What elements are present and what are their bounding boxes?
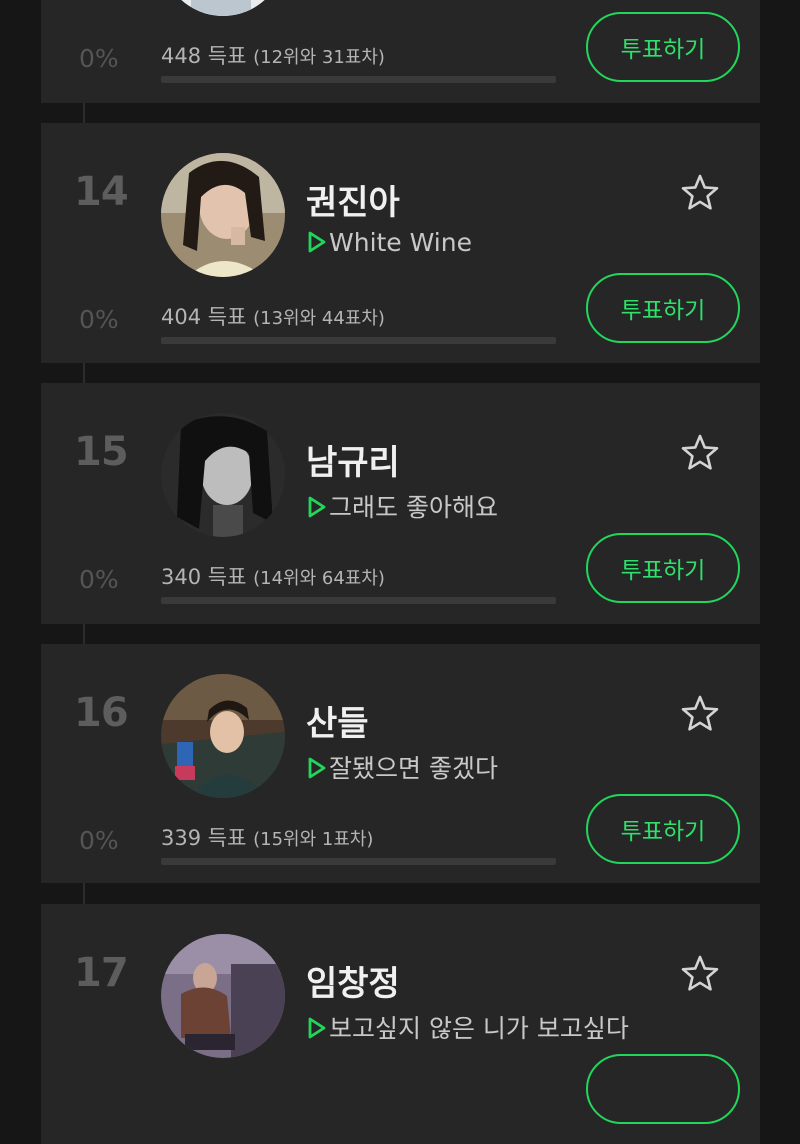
artist-avatar [161, 153, 285, 277]
artist-name: 권진아 [306, 183, 400, 223]
vote-gap-label: (15위와 1표차) [253, 829, 374, 850]
vote-button[interactable]: 투표하기 [586, 794, 740, 864]
artist-name: 임창정 [306, 964, 400, 1004]
artist-name: 남규리 [306, 443, 400, 483]
vote-percent: 0% [79, 565, 119, 594]
vote-count-label: 339 득표 [161, 826, 247, 850]
vote-count-label: 404 득표 [161, 305, 247, 329]
vote-count: 339 득표 (15위와 1표차) [161, 822, 373, 852]
vote-button[interactable]: 투표하기 [586, 533, 740, 603]
artist-avatar [161, 413, 285, 537]
star-outline-icon[interactable] [680, 433, 720, 473]
song-title: 보고싶지 않은 니가 보고싶다 [329, 1014, 629, 1043]
play-icon [308, 231, 326, 253]
song-title: 그래도 좋아해요 [329, 493, 498, 522]
ranking-card: 14 권진아 White Wine 0% 404 득표 (13위와 44표차) … [41, 123, 760, 363]
vote-percent: 0% [79, 44, 119, 73]
star-outline-icon[interactable] [680, 954, 720, 994]
artist-name: 산들 [306, 704, 369, 744]
rank-number: 14 [74, 169, 129, 215]
ranking-card: 16 산들 잘됐으면 좋겠다 0% 339 득표 (15위와 1표차) 투표하기 [41, 644, 760, 883]
artist-avatar [161, 674, 285, 798]
song-title: White Wine [329, 228, 472, 257]
vote-button[interactable]: 투표하기 [586, 12, 740, 82]
star-outline-icon[interactable] [680, 694, 720, 734]
vote-percent: 0% [79, 305, 119, 334]
song-link[interactable]: 보고싶지 않은 니가 보고싶다 [308, 1009, 629, 1045]
vote-button[interactable] [586, 1054, 740, 1124]
vote-progress-bar [161, 597, 556, 604]
vote-count: 448 득표 (12위와 31표차) [161, 40, 385, 70]
song-title: 잘됐으면 좋겠다 [329, 754, 498, 783]
ranking-card: 17 임창정 보고싶지 않은 니가 보고싶다 [41, 904, 760, 1144]
song-link[interactable]: White Wine [308, 228, 472, 257]
vote-gap-label: (12위와 31표차) [253, 47, 385, 68]
vote-count-label: 340 득표 [161, 565, 247, 589]
vote-gap-label: (14위와 64표차) [253, 568, 385, 589]
rank-number: 17 [74, 950, 129, 996]
artist-avatar [161, 934, 285, 1058]
vote-percent: 0% [79, 826, 119, 855]
rank-number: 16 [74, 690, 129, 736]
ranking-card: 0% 448 득표 (12위와 31표차) 투표하기 [41, 0, 760, 103]
vote-count-label: 448 득표 [161, 44, 247, 68]
vote-progress-bar [161, 76, 556, 83]
star-outline-icon[interactable] [680, 173, 720, 213]
play-icon [308, 1017, 326, 1039]
play-icon [308, 496, 326, 518]
vote-gap-label: (13위와 44표차) [253, 308, 385, 329]
rank-number: 15 [74, 429, 129, 475]
vote-progress-bar [161, 337, 556, 344]
vote-count: 404 득표 (13위와 44표차) [161, 301, 385, 331]
vote-count: 340 득표 (14위와 64표차) [161, 561, 385, 591]
artist-avatar [161, 0, 285, 16]
vote-progress-bar [161, 858, 556, 865]
vote-button[interactable]: 투표하기 [586, 273, 740, 343]
song-link[interactable]: 잘됐으면 좋겠다 [308, 749, 498, 785]
ranking-card: 15 남규리 그래도 좋아해요 0% 340 득표 (14위와 64표차) 투표… [41, 383, 760, 624]
play-icon [308, 757, 326, 779]
song-link[interactable]: 그래도 좋아해요 [308, 488, 498, 524]
